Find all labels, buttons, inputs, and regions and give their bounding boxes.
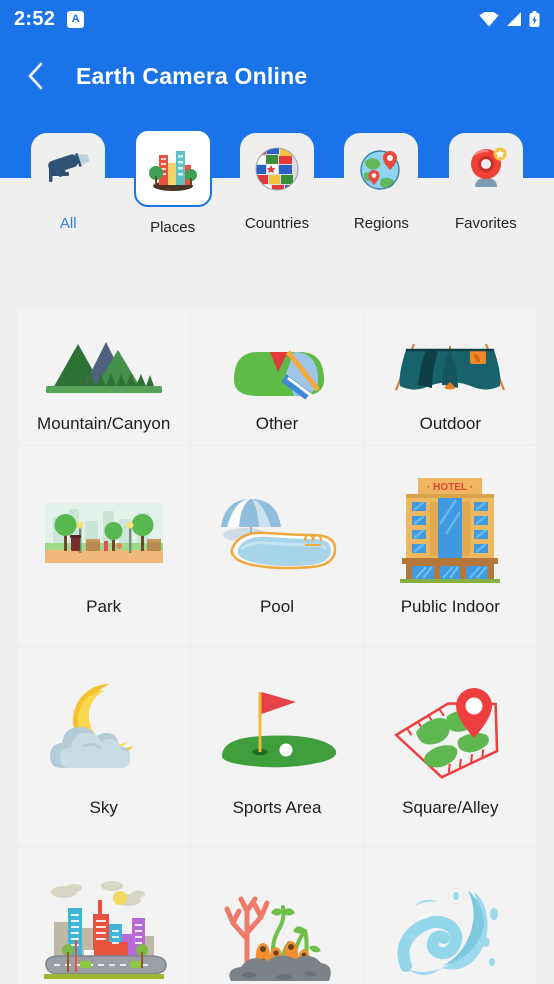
water-splash-icon [376,877,524,984]
security-camera-icon [42,146,94,192]
grid-item-street-traffic[interactable]: Street/Traffic [18,848,190,984]
tab-places-label: Places [150,219,196,236]
status-bar-left: 2:52 A [14,7,85,31]
grid-item-label: Park [86,596,122,616]
chevron-left-icon [25,61,47,91]
grid-item-label: Outdoor [419,413,482,433]
tab-favorites[interactable]: Favorites [440,133,532,232]
webcam-star-icon [462,145,510,193]
map-fold-icon [203,320,351,400]
battery-charging-icon [529,10,540,28]
grid-item-mountain-canyon[interactable]: Mountain/Canyon [18,309,190,444]
grid-item-water[interactable]: Water [364,848,536,984]
grid-item-label: Sports Area [232,797,322,817]
grid-item-label: Pool [259,596,294,616]
tab-countries-card [240,133,315,205]
tab-favorites-card [448,133,523,205]
tab-all-label: All [59,215,77,232]
category-tab-bar: All Places Countries Regions Favorites [0,129,554,245]
tab-countries[interactable]: Countries [231,133,323,232]
grid-item-public-indoor[interactable]: · HOTEL · Public Indoor [364,446,536,645]
tab-regions[interactable]: Regions [335,133,427,232]
grid-item-square-alley[interactable]: Square/Alley [364,647,536,846]
grid-item-sports-area[interactable]: Sports Area [191,647,363,846]
park-icon [30,475,178,583]
tab-regions-card [344,133,419,205]
tab-countries-label: Countries [244,215,310,232]
pool-icon [203,475,351,583]
moon-cloud-icon [30,676,178,784]
coral-reef-icon [203,877,351,984]
mountain-canyon-icon [30,320,178,400]
map-pin-icon [376,676,524,784]
flags-globe-icon [253,145,301,193]
svg-text:· HOTEL ·: · HOTEL · [427,482,473,493]
status-bar-clock: 2:52 [14,7,56,30]
notification-badge-icon: A [67,10,85,28]
grid-item-label: Public Indoor [400,596,500,616]
tent-icon [376,320,524,400]
city-buildings-icon [145,143,201,193]
cellular-signal-icon [506,11,522,27]
grid-item-outdoor[interactable]: Outdoor [364,309,536,444]
app-root: 2:52 A Earth Camera Online All Places Co… [0,0,554,984]
tab-regions-label: Regions [353,215,409,232]
grid-item-park[interactable]: Park [18,446,190,645]
hotel-building-icon: · HOTEL · [376,475,524,583]
back-button[interactable] [8,48,64,104]
grid-item-underwater[interactable]: Underwater [191,848,363,984]
grid-item-sky[interactable]: Sky [18,647,190,846]
earth-pins-icon [357,145,405,193]
status-bar: 2:52 A [0,0,554,38]
tab-favorites-label: Favorites [454,215,517,232]
grid-item-label: Mountain/Canyon [37,413,171,433]
tab-places[interactable]: Places [126,129,218,236]
grid-item-label: Other [255,413,299,433]
status-bar-right [479,10,540,28]
wifi-icon [479,11,499,27]
tab-all-card [31,133,106,205]
city-road-icon [30,877,178,984]
grid-item-other[interactable]: Other [191,309,363,444]
grid-item-label: Sky [89,797,118,817]
tab-all[interactable]: All [22,133,114,232]
grid-item-pool[interactable]: Pool [191,446,363,645]
grid-item-label: Square/Alley [402,797,499,817]
golf-green-icon [203,676,351,784]
app-bar: Earth Camera Online [0,46,554,106]
tab-places-card [133,129,212,207]
page-title: Earth Camera Online [76,62,308,89]
category-grid: Mountain/Canyon Other Outdoor Park Pool … [0,245,554,984]
